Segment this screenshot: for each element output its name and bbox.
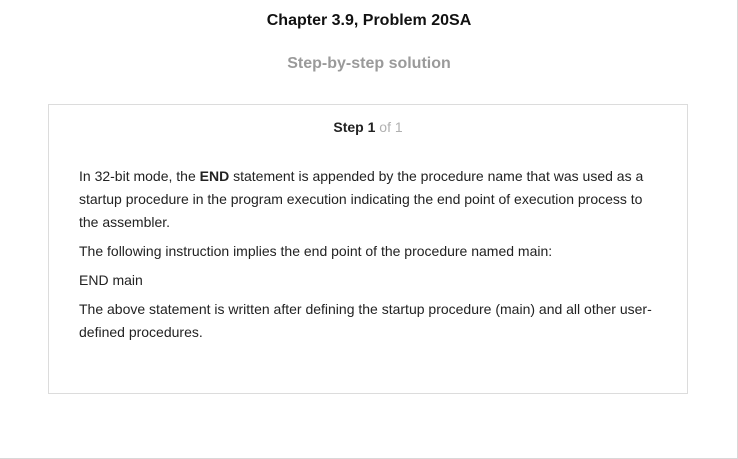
solution-paragraph: The above statement is written after def…	[79, 301, 652, 340]
step-label: Step 1	[333, 119, 376, 135]
end-keyword: END	[199, 168, 230, 184]
chapter-problem-title: Chapter 3.9, Problem 20SA	[266, 12, 472, 29]
solution-paragraph: The following instruction implies the en…	[79, 243, 553, 259]
solution-subtitle: Step-by-step solution	[287, 55, 451, 72]
solution-paragraph: In 32-bit mode, the END statement is app…	[79, 168, 644, 230]
step-number: 1	[367, 119, 376, 135]
code-line: END main	[79, 272, 143, 288]
step-header: Step 1 of 1	[49, 119, 687, 135]
step-body: In 32-bit mode, the END statement is app…	[79, 165, 657, 350]
step-count: of 1	[379, 119, 403, 135]
step-card: Step 1 of 1 In 32-bit mode, the END stat…	[48, 104, 688, 394]
